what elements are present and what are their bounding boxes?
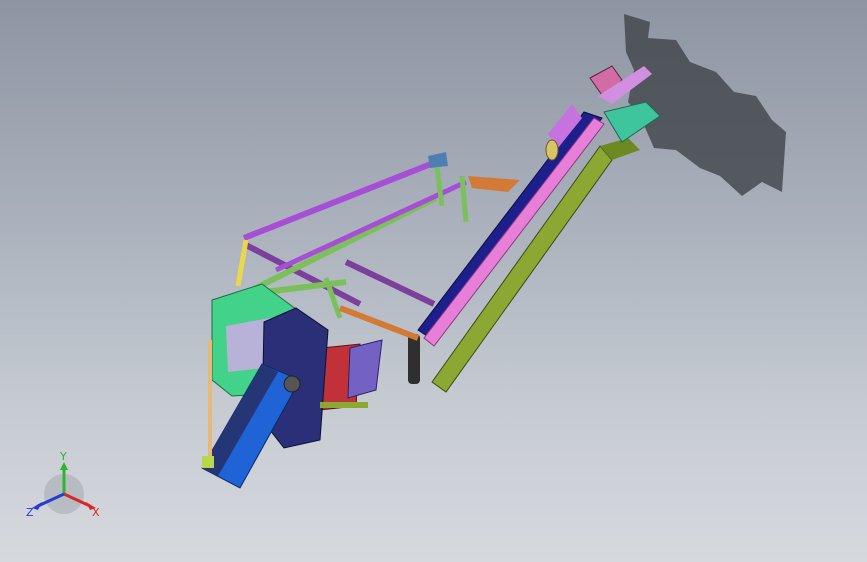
gear: [283, 375, 301, 393]
side-shield: [347, 339, 383, 399]
z-axis-label: Z: [26, 506, 34, 519]
support-bracket: [468, 176, 520, 192]
foot-block: [202, 456, 214, 468]
graphics-viewport[interactable]: Y X Z: [0, 0, 867, 562]
orientation-triad: Y X Z: [26, 450, 100, 519]
model-view[interactable]: [0, 0, 867, 562]
conveyor-rail: [423, 117, 605, 347]
base-bar: [320, 402, 368, 408]
leg-post: [208, 340, 212, 462]
top-bracket: [428, 152, 448, 168]
y-axis-label: Y: [59, 450, 67, 463]
conveyor-pulley: [545, 139, 559, 161]
x-axis-label: X: [92, 506, 100, 519]
conveyor-assembly[interactable]: [408, 65, 661, 393]
conveyor-roller: [408, 334, 420, 384]
